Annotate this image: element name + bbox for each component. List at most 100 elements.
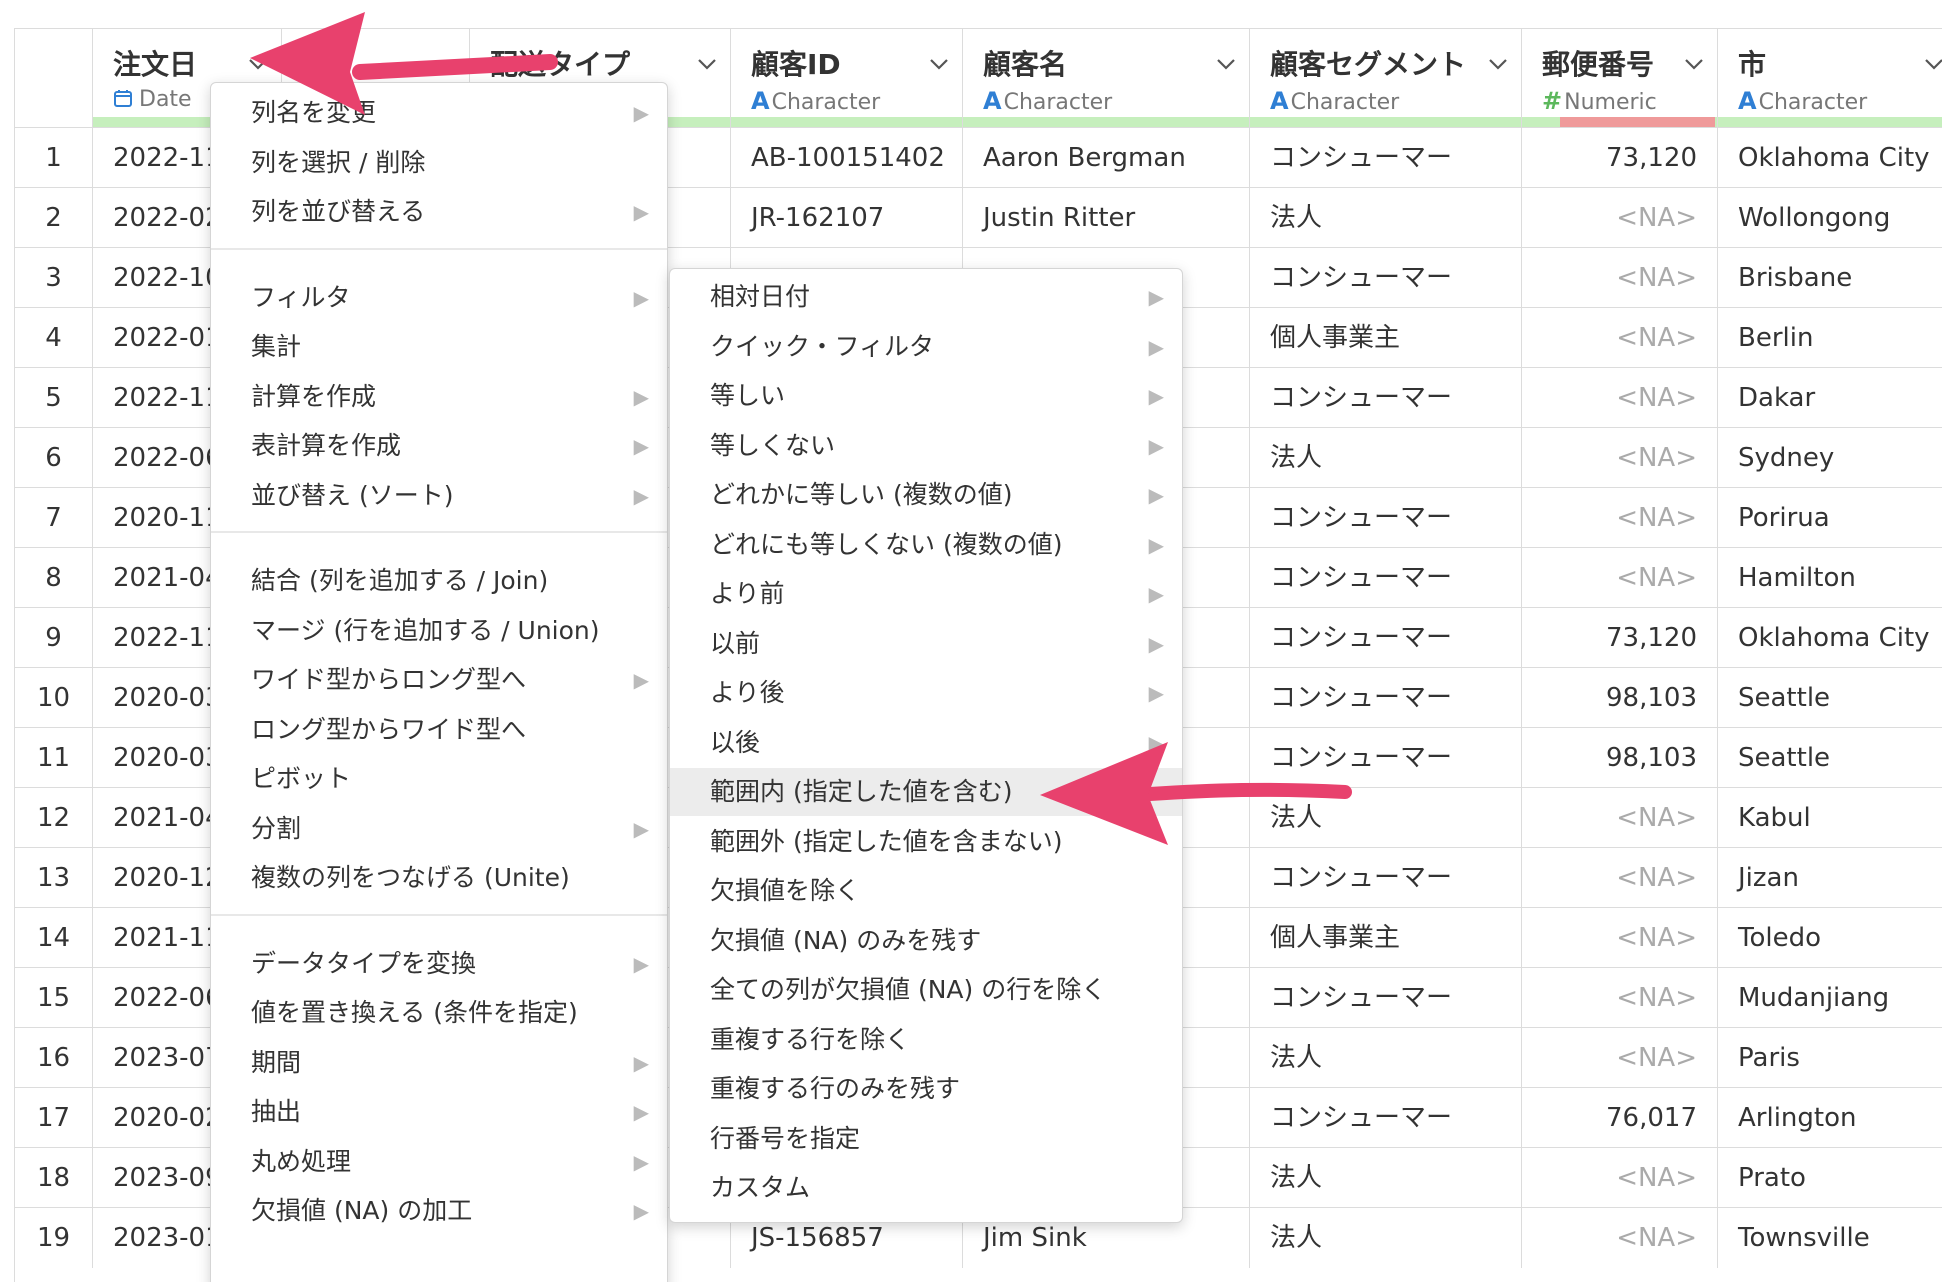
chevron-down-icon[interactable] [1923, 53, 1942, 75]
table-cell[interactable]: <NA> [1522, 188, 1718, 248]
table-cell[interactable]: 個人事業主 [1250, 308, 1522, 368]
table-cell[interactable]: 法人 [1250, 1028, 1522, 1088]
filter-menu-item[interactable]: 相対日付 ▶ [670, 273, 1182, 321]
column-header[interactable]: 顧客セグメント ACharacter [1250, 29, 1522, 127]
table-cell[interactable]: 法人 [1250, 428, 1522, 488]
table-cell[interactable]: 98,103 [1522, 728, 1718, 788]
table-cell[interactable]: <NA> [1522, 968, 1718, 1028]
filter-menu-item[interactable]: 以前 ▶ [670, 620, 1182, 668]
table-cell[interactable]: コンシューマー [1250, 848, 1522, 908]
table-cell[interactable]: Brisbane [1718, 248, 1942, 308]
table-cell[interactable]: コンシューマー [1250, 608, 1522, 668]
table-cell[interactable]: <NA> [1522, 428, 1718, 488]
table-cell[interactable]: Jizan [1718, 848, 1942, 908]
filter-menu-item[interactable]: 等しくない ▶ [670, 422, 1182, 470]
filter-menu-item[interactable]: 全ての列が欠損値 (NA) の行を除く [670, 966, 1182, 1014]
table-cell[interactable]: <NA> [1522, 248, 1718, 308]
table-cell[interactable]: 法人 [1250, 1148, 1522, 1208]
table-cell[interactable]: Oklahoma City [1718, 608, 1942, 668]
column-menu-item[interactable]: 欠損値 (NA) の加工 ▶ [211, 1187, 667, 1235]
column-header[interactable]: 顧客ID ACharacter [731, 29, 963, 127]
table-cell[interactable]: Arlington [1718, 1088, 1942, 1148]
table-cell[interactable]: Mudanjiang [1718, 968, 1942, 1028]
column-menu-item[interactable]: 並び替え (ソート) ▶ [211, 472, 667, 520]
table-cell[interactable]: コンシューマー [1250, 128, 1522, 188]
filter-menu-item[interactable]: 行番号を指定 [670, 1115, 1182, 1163]
column-header[interactable]: 郵便番号 #Numeric [1522, 29, 1718, 127]
table-cell[interactable]: 73,120 [1522, 608, 1718, 668]
table-cell[interactable]: <NA> [1522, 788, 1718, 848]
table-cell[interactable]: Prato [1718, 1148, 1942, 1208]
table-cell[interactable]: 73,120 [1522, 128, 1718, 188]
filter-menu-item[interactable]: 欠損値を除く [670, 867, 1182, 915]
table-cell[interactable]: <NA> [1522, 1028, 1718, 1088]
column-menu-item[interactable]: ピボット [211, 755, 667, 803]
table-cell[interactable]: <NA> [1522, 1148, 1718, 1208]
table-cell[interactable]: <NA> [1522, 908, 1718, 968]
column-menu-item[interactable]: 列を選択 / 削除 [211, 139, 667, 187]
table-cell[interactable]: Wollongong [1718, 188, 1942, 248]
column-menu-item[interactable]: 抽出 ▶ [211, 1088, 667, 1136]
table-cell[interactable]: <NA> [1522, 308, 1718, 368]
table-cell[interactable]: Seattle [1718, 728, 1942, 788]
table-cell[interactable]: Kabul [1718, 788, 1942, 848]
table-cell[interactable]: コンシューマー [1250, 668, 1522, 728]
table-cell[interactable]: Justin Ritter [963, 188, 1250, 248]
table-cell[interactable]: コンシューマー [1250, 248, 1522, 308]
filter-menu-item[interactable]: 重複する行のみを残す [670, 1065, 1182, 1113]
column-menu-item[interactable]: 分割 ▶ [211, 805, 667, 853]
table-cell[interactable]: JR-162107 [731, 188, 963, 248]
table-cell[interactable]: 76,017 [1522, 1088, 1718, 1148]
table-cell[interactable]: コンシューマー [1250, 1088, 1522, 1148]
filter-menu-item[interactable]: 等しい ▶ [670, 372, 1182, 420]
filter-menu-item[interactable]: より前 ▶ [670, 570, 1182, 618]
column-menu-item[interactable]: 計算を作成 ▶ [211, 373, 667, 421]
column-menu-item[interactable]: 値を置き換える (条件を指定) [211, 989, 667, 1037]
table-cell[interactable]: Porirua [1718, 488, 1942, 548]
table-cell[interactable]: コンシューマー [1250, 488, 1522, 548]
filter-menu-item[interactable]: どれかに等しい (複数の値) ▶ [670, 471, 1182, 519]
table-cell[interactable]: Hamilton [1718, 548, 1942, 608]
column-menu-item[interactable]: 複数の列をつなげる (Unite) [211, 854, 667, 902]
chevron-down-icon[interactable] [1683, 53, 1705, 75]
column-menu-item[interactable]: マージ (行を追加する / Union) [211, 607, 667, 655]
filter-menu-item[interactable]: カスタム [670, 1164, 1182, 1212]
column-menu-item[interactable]: ワイド型からロング型へ ▶ [211, 656, 667, 704]
table-cell[interactable]: <NA> [1522, 488, 1718, 548]
column-menu-item[interactable]: 結合 (列を追加する / Join) [211, 557, 667, 605]
column-menu-item[interactable]: ロング型からワイド型へ [211, 706, 667, 754]
table-cell[interactable]: 98,103 [1522, 668, 1718, 728]
column-menu-item[interactable]: 表計算を作成 ▶ [211, 422, 667, 470]
table-cell[interactable]: <NA> [1522, 368, 1718, 428]
chevron-down-icon[interactable] [1215, 53, 1237, 75]
column-menu-item[interactable]: 列を並び替える ▶ [211, 188, 667, 236]
column-menu-item[interactable]: 集計 [211, 323, 667, 371]
filter-menu-item[interactable]: 欠損値 (NA) のみを残す [670, 917, 1182, 965]
table-cell[interactable]: コンシューマー [1250, 368, 1522, 428]
table-cell[interactable]: Oklahoma City [1718, 128, 1942, 188]
filter-menu-item[interactable]: 重複する行を除く [670, 1016, 1182, 1064]
table-cell[interactable]: AB-100151402 [731, 128, 963, 188]
table-cell[interactable]: Toledo [1718, 908, 1942, 968]
chevron-down-icon[interactable] [1487, 53, 1509, 75]
column-menu-item[interactable]: 丸め処理 ▶ [211, 1138, 667, 1186]
filter-menu-item[interactable]: より後 ▶ [670, 669, 1182, 717]
column-menu-item[interactable]: フィルタ ▶ [211, 274, 667, 322]
table-cell[interactable]: <NA> [1522, 1208, 1718, 1268]
table-cell[interactable]: 個人事業主 [1250, 908, 1522, 968]
column-menu-item[interactable]: データタイプを変換 ▶ [211, 940, 667, 988]
table-cell[interactable]: Seattle [1718, 668, 1942, 728]
column-header[interactable]: 市 ACharacter [1718, 29, 1942, 127]
table-cell[interactable]: <NA> [1522, 548, 1718, 608]
table-cell[interactable]: Berlin [1718, 308, 1942, 368]
filter-menu-item[interactable]: どれにも等しくない (複数の値) ▶ [670, 521, 1182, 569]
table-cell[interactable]: コンシューマー [1250, 548, 1522, 608]
chevron-down-icon[interactable] [928, 53, 950, 75]
filter-menu-item[interactable]: クイック・フィルタ ▶ [670, 323, 1182, 371]
table-cell[interactable]: Sydney [1718, 428, 1942, 488]
table-cell[interactable]: 法人 [1250, 1208, 1522, 1268]
table-cell[interactable]: <NA> [1522, 848, 1718, 908]
table-cell[interactable]: コンシューマー [1250, 968, 1522, 1028]
table-cell[interactable]: Townsville [1718, 1208, 1942, 1268]
table-cell[interactable]: Dakar [1718, 368, 1942, 428]
